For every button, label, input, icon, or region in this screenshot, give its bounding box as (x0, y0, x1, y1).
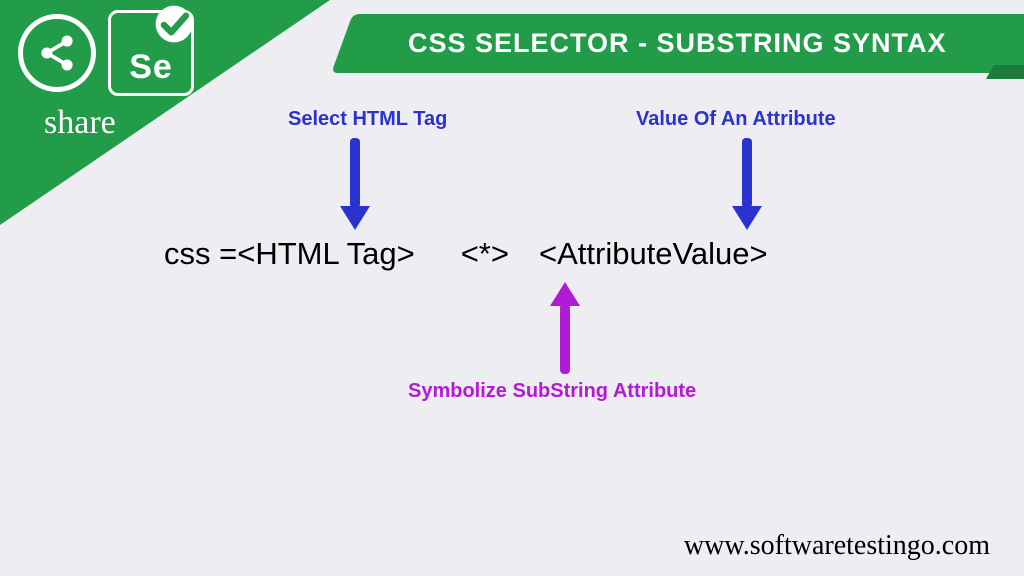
syntax-html-tag: <HTML Tag> (237, 236, 414, 272)
syntax-attr-value: <AttributeValue> (539, 236, 768, 272)
annotation-html-tag: Select HTML Tag (288, 108, 447, 131)
share-icon (18, 14, 96, 92)
annotation-attr-value: Value Of An Attribute (636, 108, 836, 131)
syntax-prefix: css = (164, 236, 237, 272)
selenium-badge-text: Se (129, 48, 173, 87)
logo-area: Se share (18, 10, 258, 142)
share-label: share (44, 104, 258, 142)
checkmark-icon (151, 1, 197, 47)
syntax-star: <*> (461, 236, 509, 272)
title-ribbon: CSS SELECTOR - SUBSTRING SYNTAX (364, 14, 1024, 73)
annotation-substring: Symbolize SubString Attribute (408, 380, 696, 403)
selenium-badge: Se (108, 10, 194, 96)
syntax-expression: css = <HTML Tag> <*> <AttributeValue> (164, 236, 768, 272)
title-text: CSS SELECTOR - SUBSTRING SYNTAX (408, 28, 947, 58)
footer-url: www.softwaretestingo.com (684, 530, 990, 562)
